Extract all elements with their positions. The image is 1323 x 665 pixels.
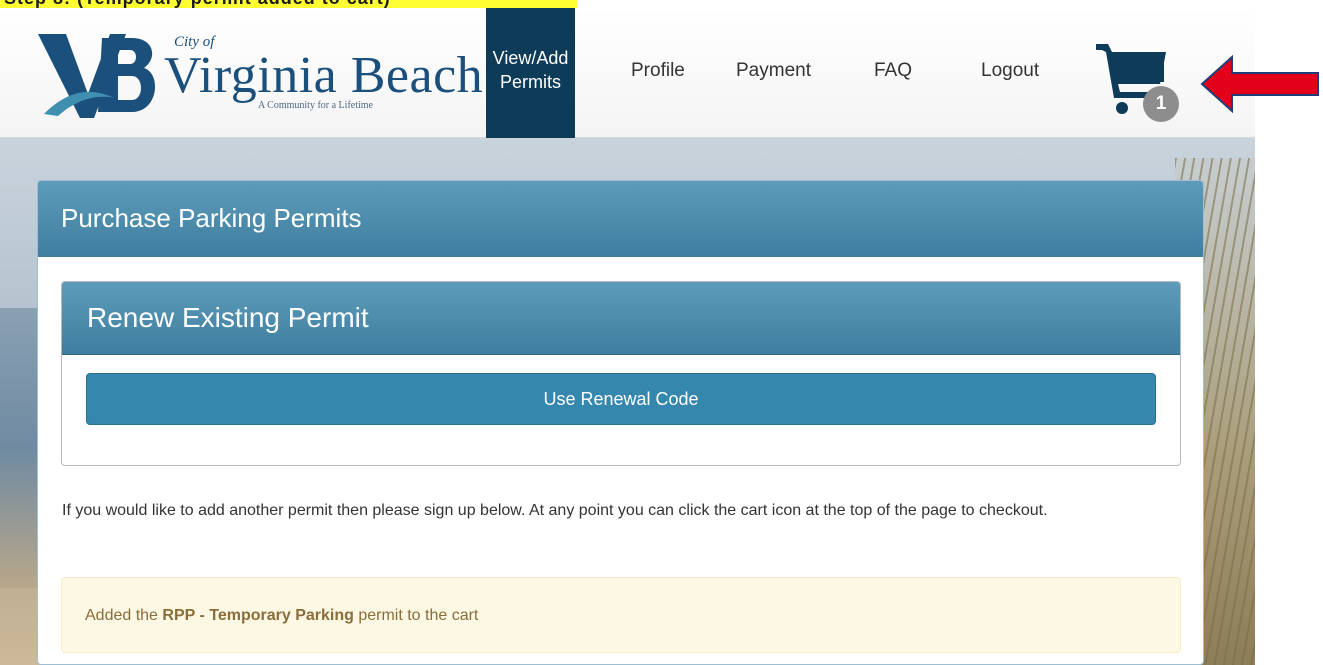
nav-view-add-permits[interactable]: View/Add Permits	[486, 8, 575, 138]
cart-count-badge[interactable]: 1	[1143, 86, 1179, 122]
vb-logo-mark-icon	[38, 34, 156, 118]
panel-title: Purchase Parking Permits	[38, 181, 1203, 257]
nav-view-add-line1: View/Add	[492, 48, 569, 68]
renew-permit-title: Renew Existing Permit	[62, 282, 1180, 355]
navbar: City of Virginia Beach A Community for a…	[0, 8, 1255, 138]
city-logo[interactable]: City of Virginia Beach A Community for a…	[36, 28, 483, 120]
red-arrow-annotation-icon	[1200, 54, 1319, 114]
logo-tagline: A Community for a Lifetime	[258, 100, 373, 111]
info-text: If you would like to add another permit …	[62, 502, 1048, 519]
purchase-permits-panel: Purchase Parking Permits Renew Existing …	[37, 180, 1204, 665]
use-renewal-code-button[interactable]: Use Renewal Code	[86, 373, 1156, 425]
logo-name: Virginia Beach	[164, 47, 484, 104]
nav-payment[interactable]: Payment	[736, 60, 811, 82]
nav-profile[interactable]: Profile	[631, 60, 685, 82]
nav-faq[interactable]: FAQ	[874, 60, 912, 82]
renew-permit-panel: Renew Existing Permit Use Renewal Code	[61, 281, 1181, 466]
alert-permit-name: RPP - Temporary Parking	[162, 607, 354, 624]
nav-logout[interactable]: Logout	[981, 60, 1039, 82]
alert-prefix: Added the	[85, 607, 163, 624]
alert-suffix: permit to the cart	[353, 607, 479, 624]
nav-view-add-line2: Permits	[499, 72, 561, 92]
cart-added-alert: Added the RPP - Temporary Parking permit…	[61, 577, 1181, 653]
top-highlight-banner: Step 8: (Temporary permit added to cart)	[0, 0, 577, 8]
top-highlight-text: Step 8: (Temporary permit added to cart)	[4, 0, 391, 8]
